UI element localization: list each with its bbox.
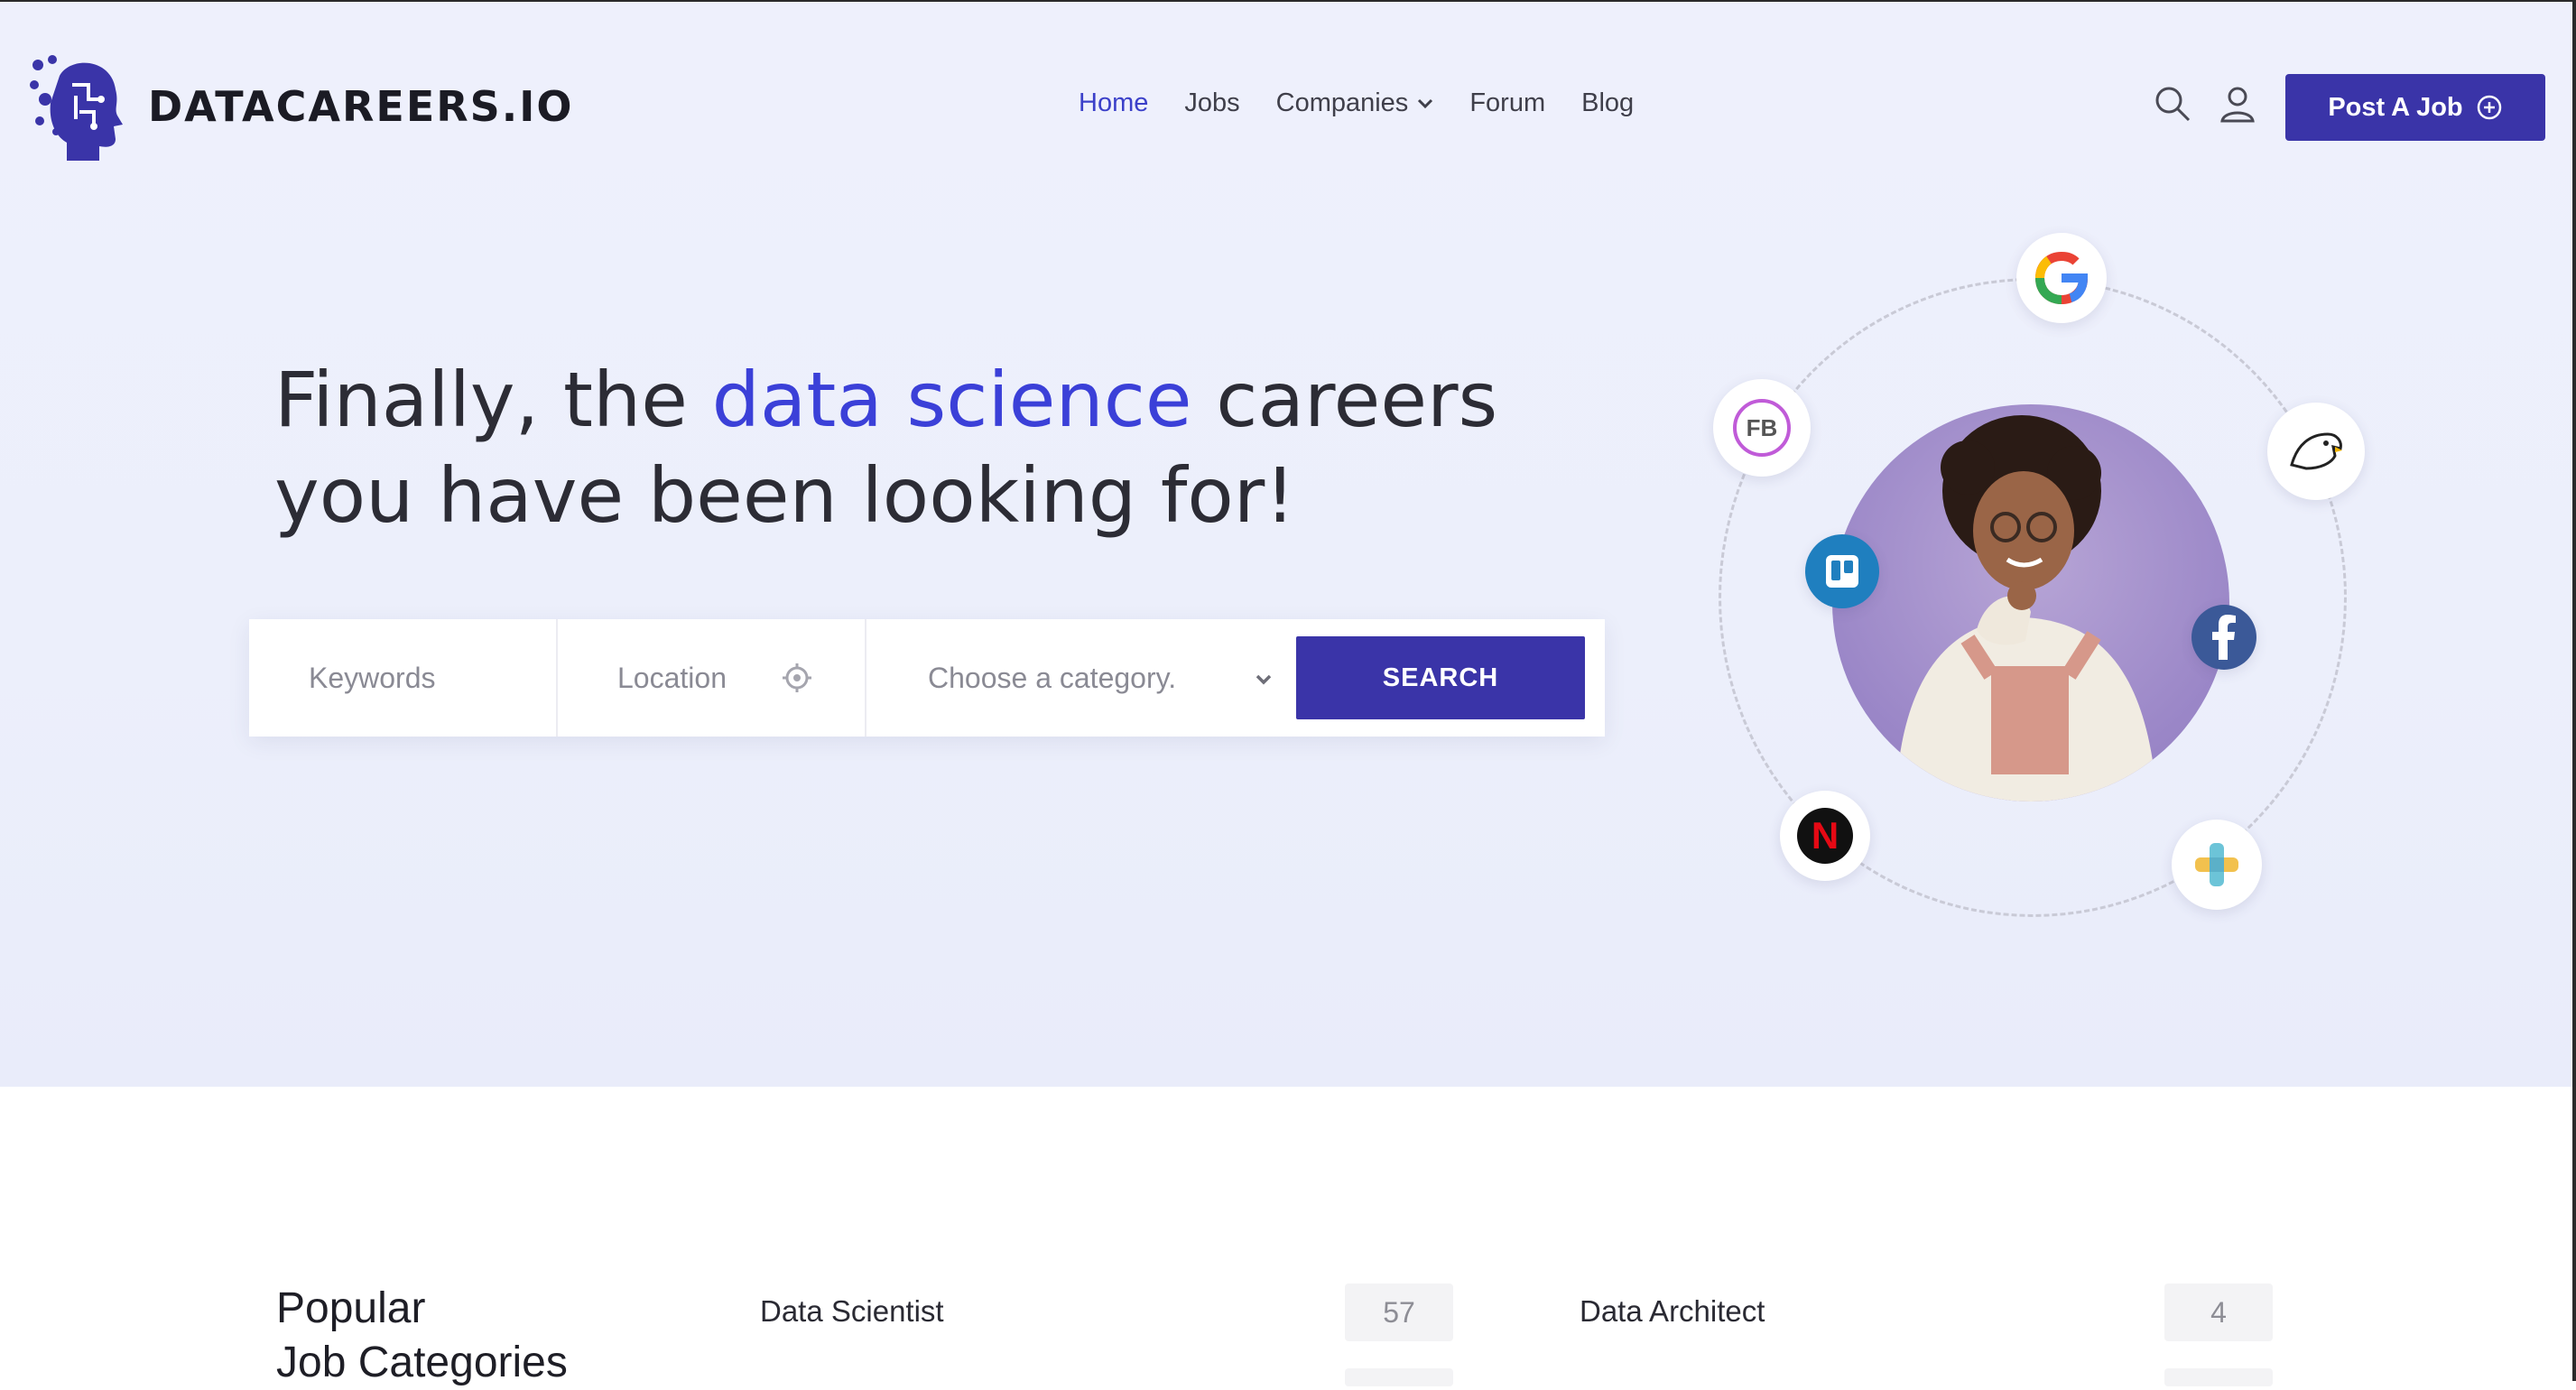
headline-text: Finally, the	[274, 356, 712, 444]
keywords-placeholder: Keywords	[309, 661, 436, 694]
search-icon[interactable]	[2154, 85, 2191, 123]
smiling-woman-illustration	[1895, 415, 2157, 802]
facebook-f-icon	[2212, 615, 2236, 660]
category-count: 57	[1345, 1283, 1453, 1341]
category-count: 4	[2164, 1283, 2273, 1341]
category-name: Data Scientist	[760, 1294, 944, 1328]
google-logo-badge	[2016, 233, 2107, 323]
plus-logo-badge	[2172, 820, 2262, 910]
nav-companies[interactable]: Companies	[1276, 88, 1434, 118]
category-name: Data Architect	[1580, 1294, 1765, 1328]
search-button[interactable]: SEARCH	[1296, 636, 1585, 719]
location-input[interactable]: Location	[558, 619, 866, 737]
category-placeholder: Choose a category.	[928, 661, 1177, 694]
google-g-icon	[2034, 251, 2089, 305]
trello-logo-badge	[1805, 534, 1879, 608]
nav-forum[interactable]: Forum	[1469, 88, 1545, 118]
keywords-input[interactable]: Keywords	[249, 619, 558, 737]
headline-accent: data science	[711, 356, 1192, 444]
eagle-icon	[2290, 432, 2342, 470]
nav-blog[interactable]: Blog	[1581, 88, 1634, 118]
post-job-button[interactable]: Post A Job	[2285, 74, 2545, 141]
category-item[interactable]: Data Architect	[1580, 1294, 1765, 1329]
headline-text-end: careers	[1191, 356, 1498, 444]
chevron-down-icon	[1418, 98, 1433, 108]
netflix-icon: N	[1797, 808, 1853, 864]
nav-companies-label: Companies	[1275, 88, 1409, 117]
headline-line2: you have been looking for!	[274, 451, 1296, 540]
nav-home[interactable]: Home	[1079, 88, 1148, 118]
eagle-logo-badge	[2267, 403, 2365, 500]
category-item[interactable]: Data Scientist	[760, 1294, 944, 1329]
nav-jobs[interactable]: Jobs	[1184, 88, 1239, 118]
netflix-logo-badge: N	[1780, 791, 1870, 881]
category-count-placeholder	[1345, 1368, 1453, 1386]
hero-section: DATACAREERS.IO Home Jobs Companies Forum…	[0, 0, 2576, 1087]
category-select[interactable]: Choose a category.	[866, 619, 1296, 737]
job-search-bar: Keywords Location Choose a category. SEA…	[249, 619, 1605, 737]
brain-head-icon	[30, 55, 123, 161]
user-icon[interactable]	[2219, 85, 2256, 123]
locate-crosshair-icon[interactable]	[782, 663, 812, 693]
chevron-down-icon	[1256, 674, 1272, 685]
popular-title-line1: Popular	[276, 1284, 426, 1332]
category-count-placeholder	[2164, 1368, 2273, 1386]
popular-categories-title: Popular Job Categories	[276, 1282, 568, 1390]
fb-ring-logo-badge: FB	[1713, 379, 1811, 477]
window-edge	[2572, 0, 2576, 1381]
brand-logo[interactable]: DATACAREERS.IO	[25, 49, 574, 164]
hero-headline: Finally, the data science careers you ha…	[274, 352, 1538, 543]
colorful-plus-icon	[2195, 843, 2238, 886]
trello-icon	[1826, 555, 1858, 588]
brand-name: DATACAREERS.IO	[148, 82, 574, 131]
plus-circle-icon	[2477, 95, 2501, 120]
post-job-label: Post A Job	[2328, 92, 2463, 122]
fb-ring-icon: FB	[1733, 399, 1791, 457]
main-nav: Home Jobs Companies Forum Blog	[1079, 88, 1634, 118]
facebook-logo-badge	[2191, 605, 2256, 670]
hero-portrait	[1832, 404, 2229, 802]
popular-title-line2: Job Categories	[276, 1339, 568, 1386]
location-placeholder: Location	[617, 661, 727, 694]
